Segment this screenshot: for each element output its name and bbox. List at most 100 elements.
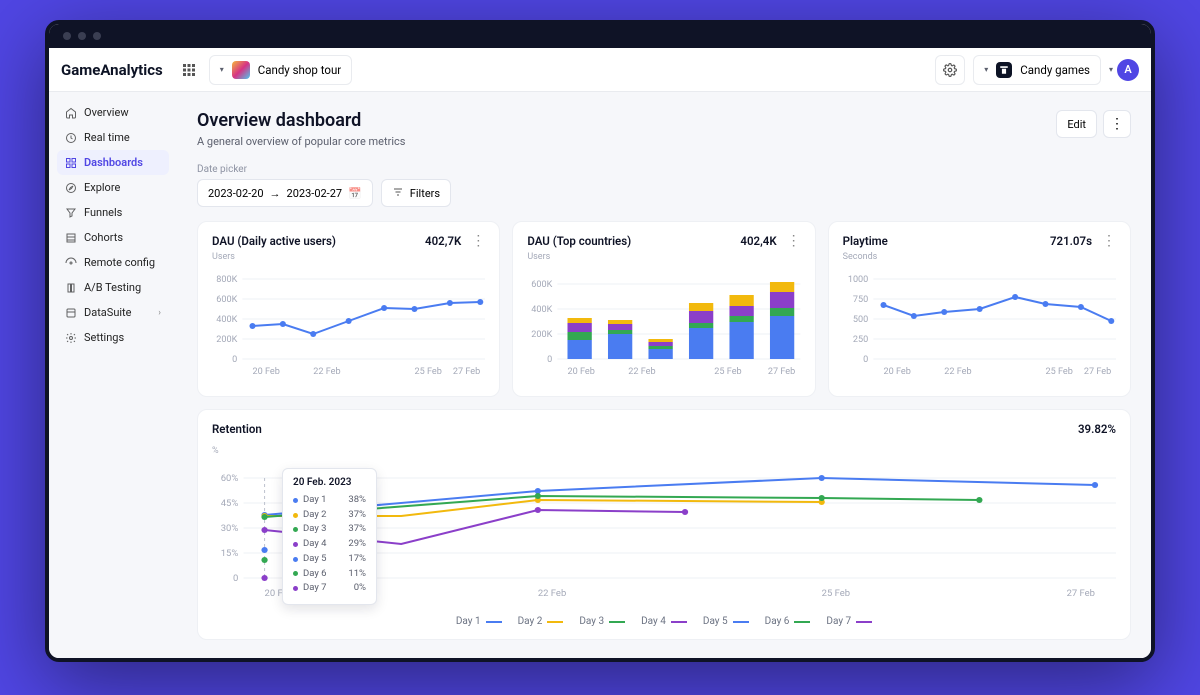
top-nav: GameAnalytics ▾ Candy shop tour ▾ C xyxy=(49,48,1151,92)
svg-text:200K: 200K xyxy=(532,330,553,340)
sidebar-item-label: Cohorts xyxy=(84,231,123,244)
sidebar-item-label: A/B Testing xyxy=(84,281,141,294)
svg-text:600K: 600K xyxy=(532,280,553,290)
edit-button[interactable]: Edit xyxy=(1056,110,1097,138)
main-content: Overview dashboard A general overview of… xyxy=(177,92,1151,658)
sidebar-item-label: Real time xyxy=(84,131,130,144)
sidebar-item-label: Settings xyxy=(84,331,124,344)
legend-item[interactable]: Day 4 xyxy=(641,616,687,627)
tooltip-series-name: Day 1 xyxy=(303,493,327,508)
tooltip-series-dot xyxy=(293,571,298,576)
legend-line-icon xyxy=(486,621,502,623)
legend-line-icon xyxy=(856,621,872,623)
svg-text:22 Feb: 22 Feb xyxy=(944,367,971,377)
user-menu[interactable]: ▾ A xyxy=(1109,59,1139,81)
game-selector[interactable]: ▾ Candy shop tour xyxy=(209,55,352,85)
svg-text:60%: 60% xyxy=(221,473,239,484)
tooltip-series-dot xyxy=(293,586,298,591)
arrow-right-icon: → xyxy=(270,187,281,200)
chart-retention: 20 Feb. 2023 Day 138%Day 237%Day 337%Day… xyxy=(212,458,1116,608)
sidebar-item-overview[interactable]: Overview xyxy=(57,100,169,125)
chevron-right-icon: › xyxy=(158,308,161,318)
legend-item[interactable]: Day 6 xyxy=(765,616,811,627)
legend-label: Day 3 xyxy=(579,616,604,627)
y-axis-label: % xyxy=(212,446,1116,456)
settings-gear-icon[interactable] xyxy=(935,55,965,85)
edit-label: Edit xyxy=(1067,118,1086,131)
svg-text:0: 0 xyxy=(548,355,553,365)
svg-text:1000: 1000 xyxy=(847,275,867,285)
card-playtime: Playtime 721.07s ⋮ Seconds 1000 xyxy=(828,221,1131,397)
gear-icon xyxy=(65,332,77,344)
tooltip-row: Day 611% xyxy=(293,567,366,582)
sidebar-item-label: Remote config xyxy=(84,256,155,269)
legend-label: Day 7 xyxy=(826,616,851,627)
filter-icon xyxy=(392,186,404,201)
sidebar-item-real-time[interactable]: Real time xyxy=(57,125,169,150)
sidebar-item-dashboards[interactable]: Dashboards xyxy=(57,150,169,175)
filters-button[interactable]: Filters xyxy=(381,179,451,207)
window-dot xyxy=(78,32,86,40)
legend-line-icon xyxy=(609,621,625,623)
funnel-icon xyxy=(65,207,77,219)
apps-grid-icon[interactable] xyxy=(175,56,203,84)
svg-text:22 Feb: 22 Feb xyxy=(629,367,656,377)
brand-logo: GameAnalytics xyxy=(61,61,163,79)
sidebar-item-label: Overview xyxy=(84,106,129,119)
legend-item[interactable]: Day 5 xyxy=(703,616,749,627)
date-picker[interactable]: 2023-02-20 → 2023-02-27 📅 xyxy=(197,179,373,207)
sidebar-item-a-b-testing[interactable]: A/B Testing xyxy=(57,275,169,300)
svg-text:400K: 400K xyxy=(216,315,237,325)
org-selector[interactable]: ▾ Candy games xyxy=(973,55,1101,85)
sidebar-item-settings[interactable]: Settings xyxy=(57,325,169,350)
card-value: 721.07s xyxy=(1050,234,1092,248)
tooltip-series-value: 29% xyxy=(348,537,366,552)
tooltip-row: Day 517% xyxy=(293,552,366,567)
org-icon xyxy=(996,62,1012,78)
tooltip-series-value: 37% xyxy=(348,522,366,537)
legend-item[interactable]: Day 2 xyxy=(518,616,564,627)
sidebar: Overview Real time DashboardsExploreFunnel… xyxy=(49,92,177,658)
tooltip-series-dot xyxy=(293,498,298,503)
chart-top-countries: 600K 400K 200K 0 20 Feb 2 xyxy=(527,264,800,384)
svg-text:20 Feb: 20 Feb xyxy=(568,367,595,377)
tooltip-series-name: Day 2 xyxy=(303,508,327,523)
card-menu-icon[interactable]: ⋮ xyxy=(1102,234,1116,248)
tooltip-series-dot xyxy=(293,557,298,562)
date-picker-label: Date picker xyxy=(197,164,373,175)
more-menu-icon[interactable]: ⋮ xyxy=(1103,110,1131,138)
cohorts-icon xyxy=(65,232,77,244)
ab-icon xyxy=(65,282,77,294)
svg-text:800K: 800K xyxy=(216,275,237,285)
chart-playtime: 1000 750 500 250 0 20 Feb 22 Feb xyxy=(843,264,1116,384)
svg-text:600K: 600K xyxy=(216,295,237,305)
tooltip-series-value: 37% xyxy=(348,508,366,523)
svg-text:30%: 30% xyxy=(221,523,239,534)
legend-item[interactable]: Day 3 xyxy=(579,616,625,627)
sidebar-item-label: DataSuite xyxy=(84,306,132,319)
sidebar-item-funnels[interactable]: Funnels xyxy=(57,200,169,225)
sidebar-item-explore[interactable]: Explore xyxy=(57,175,169,200)
filters-label: Filters xyxy=(410,187,440,200)
card-menu-icon[interactable]: ⋮ xyxy=(787,234,801,248)
card-menu-icon[interactable]: ⋮ xyxy=(471,234,485,248)
app-window: GameAnalytics ▾ Candy shop tour ▾ C xyxy=(45,20,1155,662)
tooltip-series-dot xyxy=(293,513,298,518)
tooltip-series-value: 38% xyxy=(348,493,366,508)
y-axis-label: Seconds xyxy=(843,252,1116,262)
legend-line-icon xyxy=(733,621,749,623)
y-axis-label: Users xyxy=(212,252,485,262)
sidebar-item-datasuite[interactable]: DataSuite › xyxy=(57,300,169,325)
legend-item[interactable]: Day 1 xyxy=(456,616,502,627)
sidebar-item-cohorts[interactable]: Cohorts xyxy=(57,225,169,250)
svg-text:0: 0 xyxy=(863,355,868,365)
compass-icon xyxy=(65,182,77,194)
grid-icon xyxy=(65,157,77,169)
legend-item[interactable]: Day 7 xyxy=(826,616,872,627)
svg-text:0: 0 xyxy=(232,355,237,365)
legend-label: Day 5 xyxy=(703,616,728,627)
page-title: Overview dashboard xyxy=(197,110,405,131)
legend-label: Day 1 xyxy=(456,616,481,627)
avatar: A xyxy=(1117,59,1139,81)
sidebar-item-remote-config[interactable]: Remote config xyxy=(57,250,169,275)
